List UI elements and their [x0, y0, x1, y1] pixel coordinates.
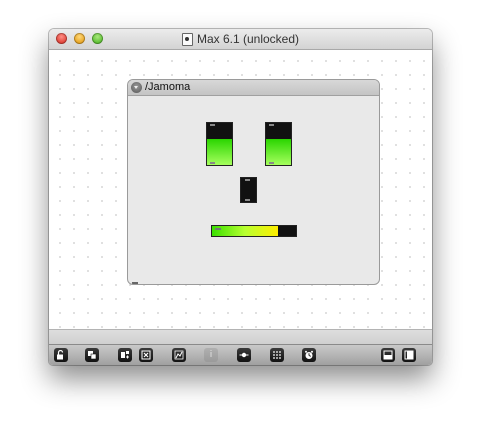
bpatcher-header: /Jamoma — [128, 80, 379, 96]
delete-icon[interactable] — [139, 348, 153, 362]
document-proxy-icon[interactable] — [181, 32, 193, 46]
meter-peak-indicator — [269, 124, 274, 126]
meter-peak-indicator — [215, 228, 221, 230]
presentation-icon[interactable] — [85, 348, 99, 362]
window-title: Max 6.1 (unlocked) — [196, 32, 300, 46]
resize-handle[interactable] — [132, 282, 138, 284]
new-object-icon[interactable] — [118, 348, 132, 362]
info-glyph: i — [209, 350, 213, 360]
status-bar — [49, 329, 432, 345]
meter-base-indicator — [210, 162, 215, 164]
meter-fill — [212, 226, 278, 236]
meter-base-indicator — [245, 199, 250, 201]
info-icon[interactable]: i — [204, 348, 218, 362]
connect-icon[interactable] — [237, 348, 251, 362]
split-horizontal-icon[interactable] — [381, 348, 395, 362]
clock-icon[interactable] — [302, 348, 316, 362]
meter-peak-indicator — [210, 124, 215, 126]
meter-base-indicator — [269, 162, 274, 164]
nose-meter — [240, 177, 257, 203]
patcher-canvas[interactable]: /Jamoma — [49, 50, 432, 329]
split-vertical-icon[interactable] — [402, 348, 416, 362]
mouth-meter — [211, 225, 297, 237]
bottom-toolbar: i — [49, 344, 432, 365]
left-eye-meter — [206, 122, 233, 166]
module-menu-icon[interactable] — [131, 82, 142, 93]
lock-icon[interactable] — [54, 348, 68, 362]
right-eye-meter — [265, 122, 292, 166]
title-container: Max 6.1 (unlocked) — [49, 29, 432, 49]
max-patcher-window: Max 6.1 (unlocked) /Jamoma i — [49, 29, 432, 365]
graph-icon[interactable] — [172, 348, 186, 362]
meter-peak-indicator — [245, 179, 250, 181]
bpatcher-module[interactable]: /Jamoma — [127, 79, 380, 285]
module-title: /Jamoma — [145, 81, 191, 93]
grid-icon[interactable] — [270, 348, 284, 362]
title-bar[interactable]: Max 6.1 (unlocked) — [49, 29, 432, 50]
